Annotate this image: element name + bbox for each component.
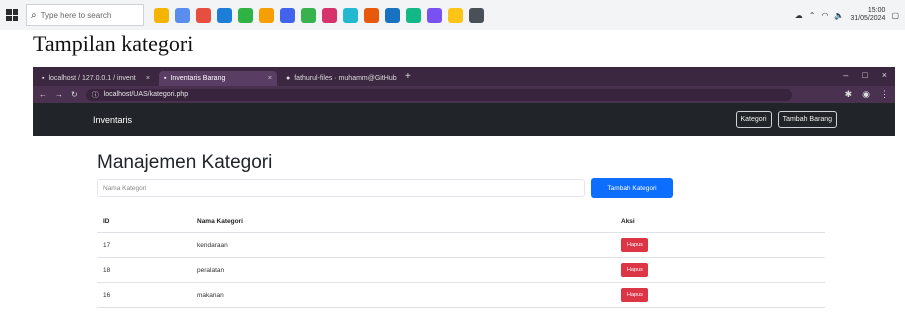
taskbar-app-icon[interactable] [322,7,337,23]
column-header-id: ID [97,210,191,233]
browser-tab-phpmyadmin[interactable]: ▪ localhost / 127.0.0.1 / invent × [37,71,155,86]
taskbar-app-icon[interactable] [217,7,232,23]
cell-id: 18 [97,257,191,283]
taskbar-app-icons [154,7,484,23]
windows-taskbar: ⌕ Type here to search ☁ ⌃ ◠ 🔈 15:00 31/0… [0,0,905,30]
back-icon[interactable]: ← [39,90,47,99]
taskbar-app-icon[interactable] [280,7,295,23]
taskbar-app-icon[interactable] [427,7,442,23]
url-text: localhost/UAS/kategori.php [103,91,189,98]
column-header-name: Nama Kategori [191,210,615,233]
taskbar-search-box[interactable]: ⌕ Type here to search [26,4,144,26]
taskbar-app-icon[interactable] [301,7,316,23]
taskbar-app-icon[interactable] [406,7,421,23]
table-header-row: ID Nama Kategori Aksi [97,210,825,233]
cell-id: 16 [97,282,191,308]
site-info-icon[interactable]: ⓘ [92,90,99,100]
taskbar-app-icon[interactable] [196,7,211,23]
site-navbar: Inventaris Kategori Tambah Barang [33,103,895,136]
taskbar-app-icon[interactable] [175,7,190,23]
cell-name: makanan [191,282,615,308]
weather-icon[interactable]: ☁ [795,11,803,20]
system-tray: ☁ ⌃ ◠ 🔈 15:00 31/05/2024 ▢ [795,0,899,30]
clock-time: 15:00 [867,7,886,14]
taskbar-app-icon[interactable] [259,7,274,23]
notification-icon[interactable]: ▢ [891,11,899,20]
tab-favicon-icon: ▪ [164,75,167,82]
volume-icon[interactable]: 🔈 [834,11,844,20]
figure-caption: Tampilan kategori [33,31,194,56]
cell-name: peralatan [191,257,615,283]
search-icon: ⌕ [31,9,37,21]
page-title: Manajemen Kategori [97,152,273,173]
cell-id: 17 [97,232,191,258]
browser-address-bar: ← → ↻ ⓘ localhost/UAS/kategori.php ✱ ◉ ⋮ [33,86,895,103]
wifi-icon[interactable]: ◠ [821,11,828,20]
browser-window: ▪ localhost / 127.0.0.1 / invent × ▪ Inv… [33,67,895,335]
taskbar-app-icon[interactable] [238,7,253,23]
taskbar-app-icon[interactable] [364,7,379,23]
delete-button[interactable]: Hapus [621,263,648,277]
url-field[interactable]: ⓘ localhost/UAS/kategori.php [85,88,792,101]
taskbar-clock[interactable]: 15:00 31/05/2024 [850,7,885,23]
add-category-button[interactable]: Tambah Kategori [591,178,673,198]
delete-button[interactable]: Hapus [621,238,648,252]
windows-start-icon[interactable] [6,9,18,21]
taskbar-app-icon[interactable] [448,7,463,23]
browser-tab-github[interactable]: ● fathurul-files · muhamm@GitHub × [281,71,399,86]
add-category-form: Tambah Kategori [97,178,895,198]
github-icon: ● [286,75,291,82]
minimize-icon[interactable]: – [843,70,848,80]
column-header-action: Aksi [615,210,825,233]
extension-icon[interactable]: ✱ [845,89,853,100]
navbar-buttons: Kategori Tambah Barang [735,111,837,128]
taskbar-app-icon[interactable] [343,7,358,23]
close-icon[interactable]: × [268,75,272,82]
browser-tab-bar: ▪ localhost / 127.0.0.1 / invent × ▪ Inv… [33,67,895,86]
table-row: 16 makanan Hapus [97,282,825,308]
category-table: ID Nama Kategori Aksi 17 kendaraan Hapus… [97,210,825,308]
window-controls: – □ × [843,70,887,80]
taskbar-app-icon[interactable] [385,7,400,23]
taskbar-app-icon[interactable] [154,7,169,23]
cell-action: Hapus [615,232,825,258]
tab-label: fathurul-files · muhamm@GitHub [294,75,397,82]
delete-button[interactable]: Hapus [621,288,648,302]
maximize-icon[interactable]: □ [862,70,867,80]
taskbar-search-placeholder: Type here to search [40,10,112,20]
browser-toolbar-right: ✱ ◉ ⋮ [845,89,889,100]
close-window-icon[interactable]: × [882,70,887,80]
browser-tab-inventaris[interactable]: ▪ Inventaris Barang × [159,71,277,86]
profile-icon[interactable]: ◉ [862,89,870,100]
cell-name: kendaraan [191,232,615,258]
cell-action: Hapus [615,282,825,308]
category-name-input[interactable] [97,179,585,197]
tab-favicon-icon: ▪ [42,75,45,82]
tab-label: localhost / 127.0.0.1 / invent [48,75,136,82]
table-row: 17 kendaraan Hapus [97,232,825,258]
forward-icon[interactable]: → [55,90,63,99]
tray-chevron-icon[interactable]: ⌃ [809,11,816,20]
close-icon[interactable]: × [146,75,150,82]
taskbar-app-icon[interactable] [469,7,484,23]
new-tab-icon[interactable]: + [405,71,411,82]
main-content: Manajemen Kategori Tambah Kategori ID Na… [33,152,895,308]
table-row: 18 peralatan Hapus [97,257,825,283]
kategori-button[interactable]: Kategori [735,111,772,128]
tambah-barang-button[interactable]: Tambah Barang [777,111,837,128]
tab-label: Inventaris Barang [170,75,226,82]
menu-icon[interactable]: ⋮ [880,89,889,100]
clock-date: 31/05/2024 [850,15,886,22]
cell-action: Hapus [615,257,825,283]
reload-icon[interactable]: ↻ [71,90,78,99]
navbar-brand[interactable]: Inventaris [93,115,132,125]
